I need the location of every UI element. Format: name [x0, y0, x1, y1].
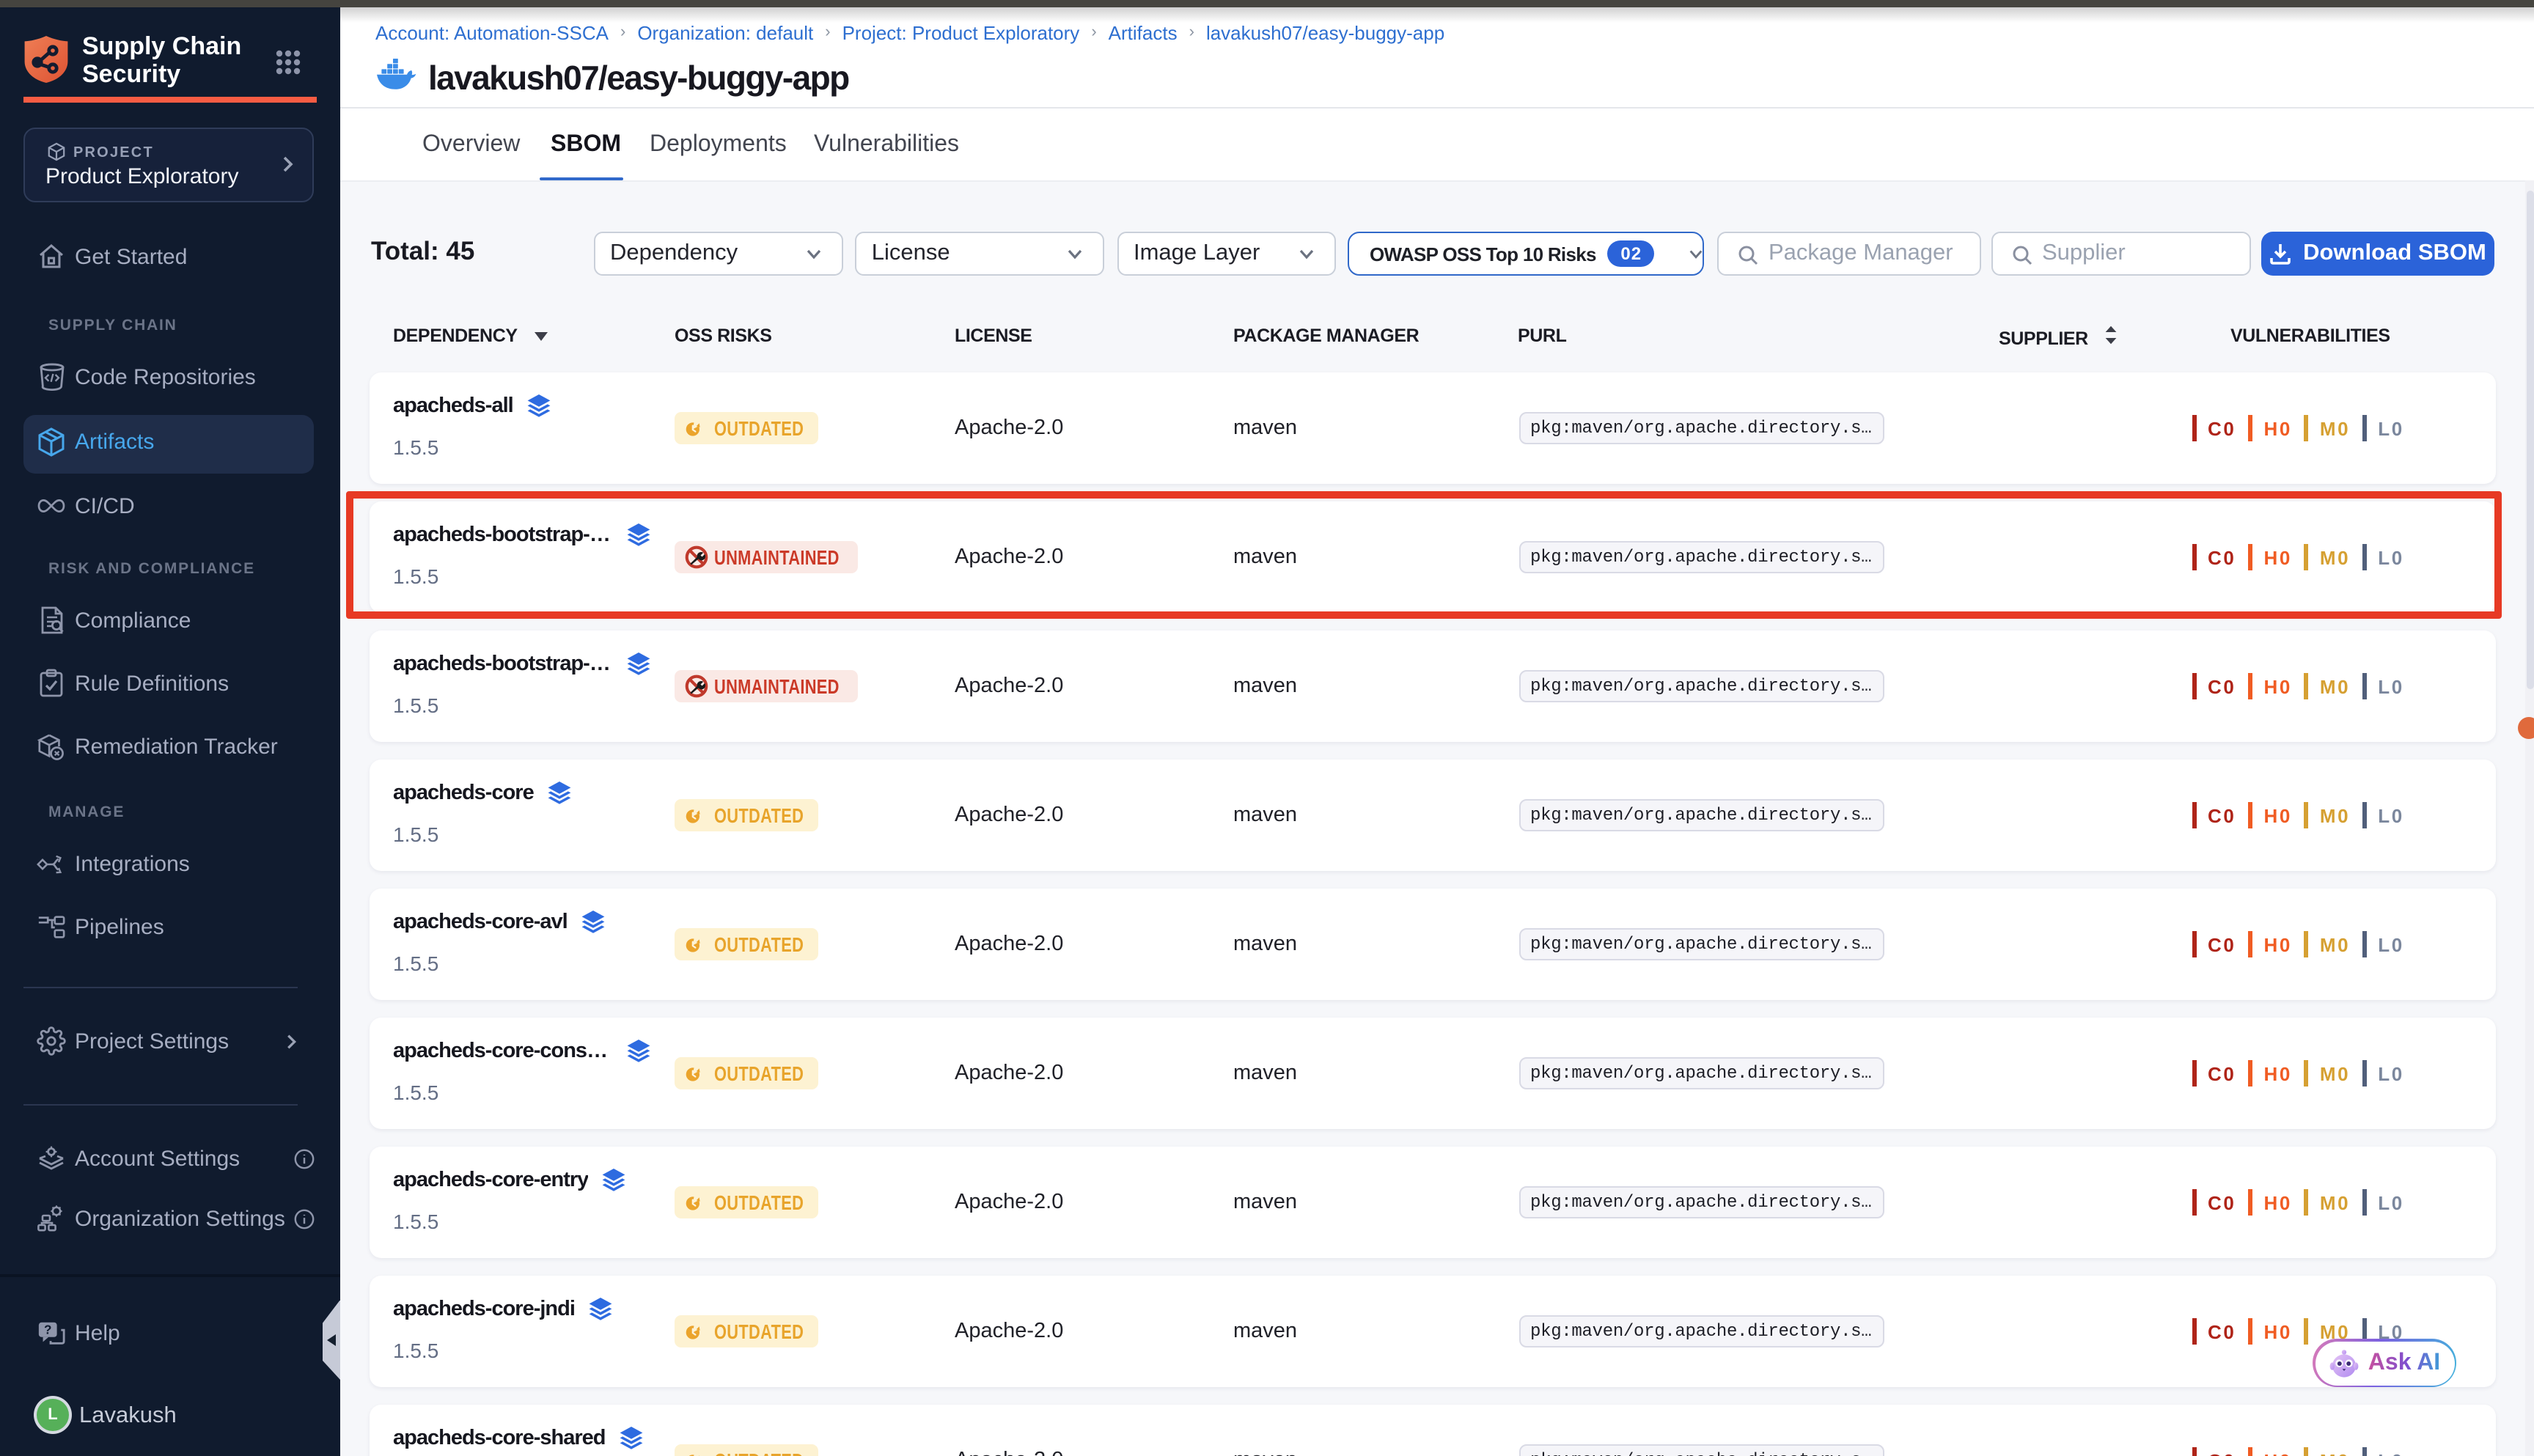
svg-text:?: ? — [44, 1323, 51, 1337]
